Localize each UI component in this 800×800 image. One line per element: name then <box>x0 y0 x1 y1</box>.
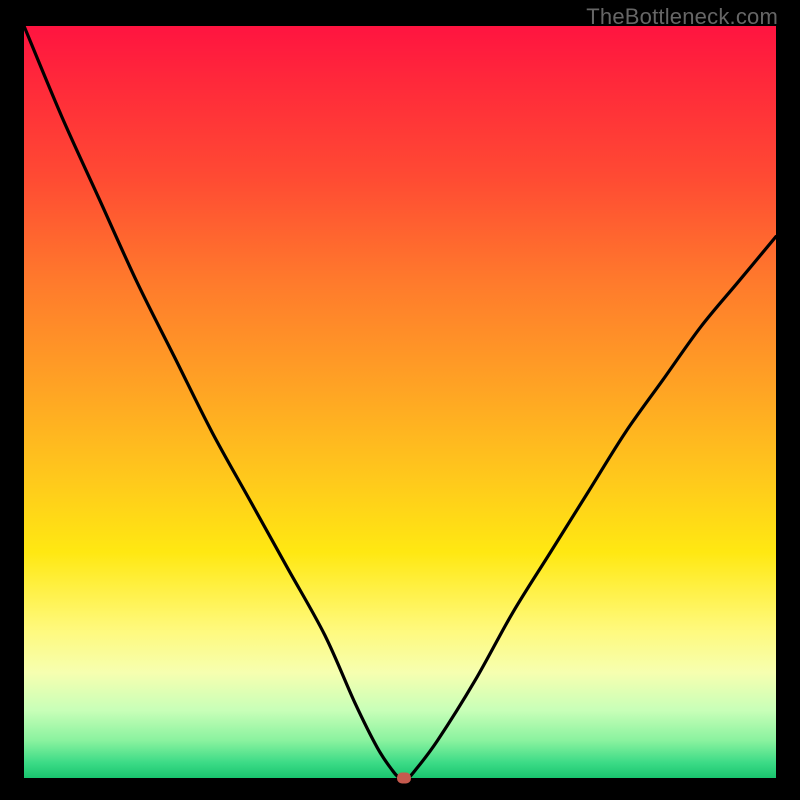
plot-area <box>24 26 776 778</box>
watermark-text: TheBottleneck.com <box>586 4 778 30</box>
bottleneck-curve <box>24 26 776 778</box>
chart-frame: TheBottleneck.com <box>0 0 800 800</box>
optimum-marker <box>397 773 411 784</box>
